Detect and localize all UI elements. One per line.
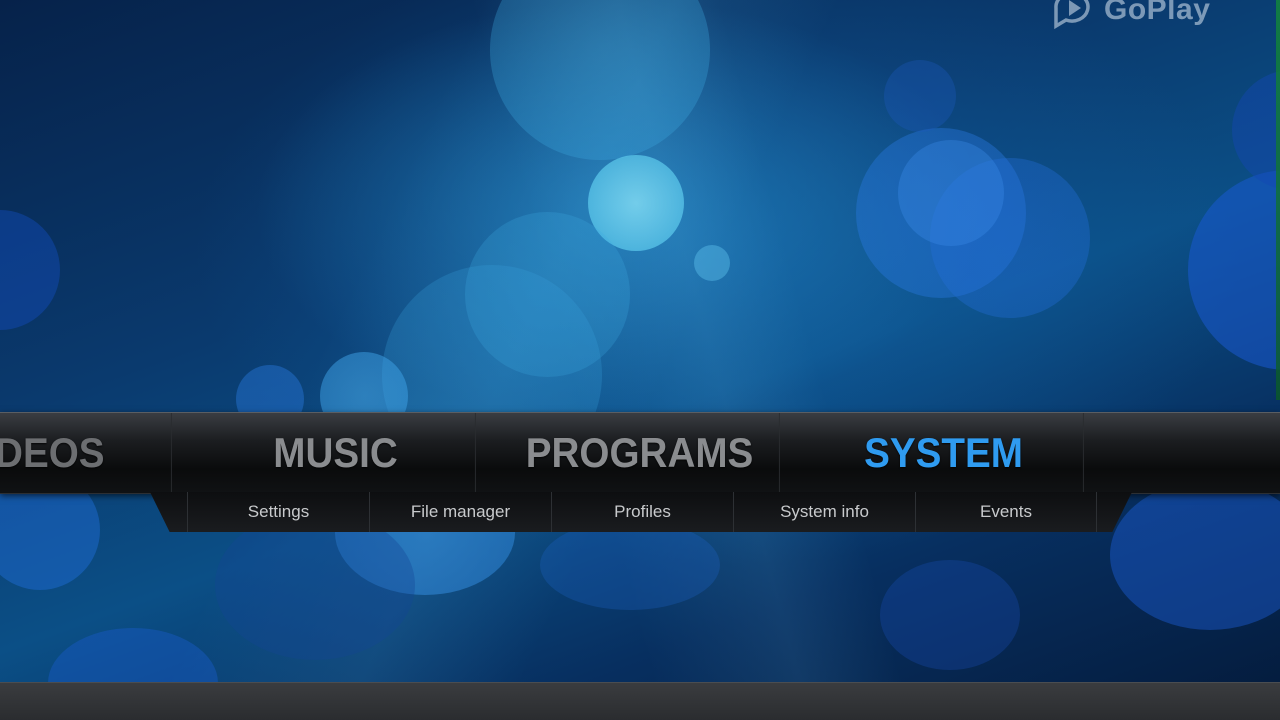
submenu-strip: Settings File manager Profiles System in…: [187, 492, 1097, 532]
main-menu-strip: VIDEOS MUSIC PROGRAMS SYSTEM: [0, 413, 1280, 493]
submenu-bar: Settings File manager Profiles System in…: [150, 492, 1132, 532]
submenu-item-profiles[interactable]: Profiles: [551, 492, 733, 532]
submenu-item-events[interactable]: Events: [915, 492, 1097, 532]
bokeh-circle: [884, 60, 956, 132]
bottom-info-bar: [0, 682, 1280, 720]
submenu-item-file-manager[interactable]: File manager: [369, 492, 551, 532]
menu-item-music[interactable]: MUSIC: [196, 413, 476, 493]
bokeh-circle: [880, 560, 1020, 670]
watermark-text: GoPlay: [1104, 0, 1211, 26]
submenu-item-system-info[interactable]: System info: [733, 492, 915, 532]
submenu-item-settings[interactable]: Settings: [187, 492, 369, 532]
bokeh-circle: [540, 520, 720, 610]
bokeh-circle: [898, 140, 1004, 246]
watermark-logo: GoPlay: [1050, 0, 1210, 30]
edge-strip: [1276, 0, 1280, 400]
menu-item-videos[interactable]: VIDEOS: [0, 413, 172, 493]
menu-item-spacer: [1108, 413, 1280, 493]
home-screen: GoPlay VIDEOS MUSIC PROGRAMS SYSTEM Sett…: [0, 0, 1280, 720]
bokeh-circle: [694, 245, 730, 281]
menu-item-programs[interactable]: PROGRAMS: [500, 413, 780, 493]
menu-item-system[interactable]: SYSTEM: [804, 413, 1084, 493]
play-bubble-icon: [1054, 0, 1090, 30]
bokeh-circle: [215, 510, 415, 660]
main-menu-bar: VIDEOS MUSIC PROGRAMS SYSTEM: [0, 412, 1280, 494]
